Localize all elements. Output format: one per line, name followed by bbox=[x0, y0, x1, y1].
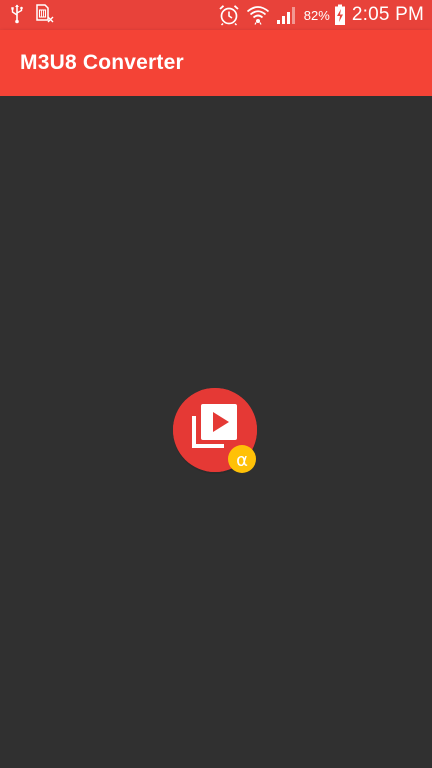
app-bar: M3U8 Converter bbox=[0, 30, 432, 96]
screen: 82% 2:05 PM M3U8 Converter α bbox=[0, 0, 432, 768]
status-bar: 82% 2:05 PM bbox=[0, 0, 432, 30]
badge-letter: α bbox=[236, 450, 248, 471]
battery-charging-icon bbox=[334, 4, 346, 26]
signal-icon bbox=[276, 5, 298, 25]
status-right: 82% 2:05 PM bbox=[218, 2, 424, 28]
alarm-icon bbox=[218, 4, 240, 26]
app-title: M3U8 Converter bbox=[20, 51, 184, 74]
video-converter-logo-icon: α bbox=[172, 388, 262, 478]
sim-card-icon bbox=[36, 4, 54, 24]
battery-percent: 82% bbox=[303, 7, 330, 23]
wifi-icon bbox=[246, 4, 270, 26]
clock: 2:05 PM bbox=[351, 4, 424, 25]
usb-icon bbox=[10, 4, 24, 24]
status-left bbox=[10, 4, 54, 24]
main-content: α bbox=[0, 96, 432, 768]
